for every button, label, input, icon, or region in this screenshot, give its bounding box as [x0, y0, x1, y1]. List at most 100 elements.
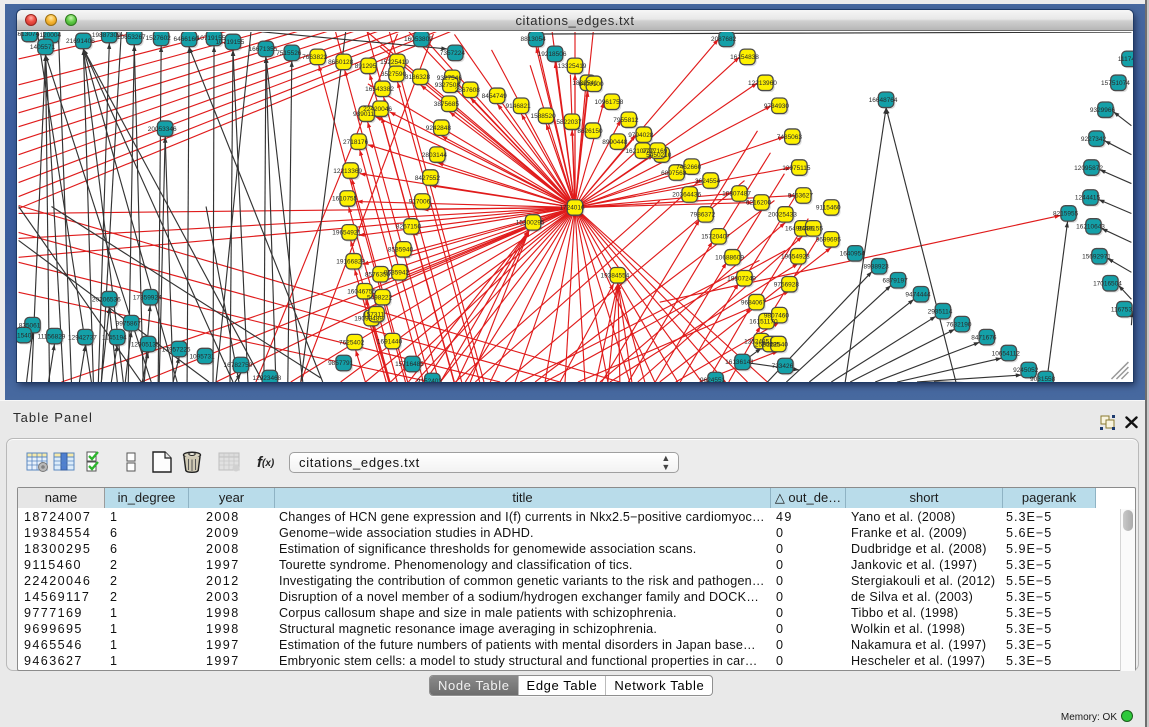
svg-text:9327546: 9327546: [437, 75, 463, 82]
svg-text:7986372: 7986372: [690, 212, 716, 219]
svg-text:7462660: 7462660: [676, 164, 702, 171]
svg-text:9120004: 9120004: [36, 32, 62, 39]
svg-text:3624554: 3624554: [695, 178, 721, 185]
svg-text:12923468: 12923468: [252, 375, 281, 382]
svg-text:7663822: 7663822: [302, 54, 328, 61]
svg-text:9463627: 9463627: [788, 193, 814, 200]
svg-text:8813054: 8813054: [521, 36, 547, 43]
svg-text:9115460: 9115460: [816, 205, 841, 212]
svg-text:5822037: 5822037: [556, 119, 582, 126]
svg-text:11174: 11174: [1118, 56, 1133, 63]
svg-text:9756928: 9756928: [774, 281, 800, 288]
svg-text:16648764: 16648764: [869, 97, 898, 104]
svg-text:16053809: 16053809: [404, 36, 433, 43]
svg-text:9227342: 9227342: [1081, 136, 1107, 143]
svg-text:116753: 116753: [1111, 306, 1133, 313]
svg-text:8660128: 8660128: [328, 59, 354, 66]
svg-text:10807487: 10807487: [722, 191, 751, 198]
svg-text:6466160: 6466160: [174, 36, 200, 43]
svg-text:17957225: 17957225: [162, 346, 191, 353]
svg-text:9684067: 9684067: [741, 299, 767, 306]
svg-text:19654923: 19654923: [781, 254, 810, 261]
svg-text:15300295: 15300295: [516, 220, 545, 227]
svg-text:15716485: 15716485: [395, 361, 424, 368]
svg-text:9146821: 9146821: [506, 103, 532, 110]
svg-text:2087682: 2087682: [711, 36, 737, 43]
svg-text:9152403: 9152403: [417, 378, 443, 382]
svg-text:12213960: 12213960: [748, 80, 777, 87]
svg-text:6409100: 6409100: [578, 81, 604, 88]
svg-text:931540: 931540: [17, 332, 32, 339]
svg-text:(x): (x): [262, 458, 275, 469]
svg-text:8990448: 8990448: [602, 139, 628, 146]
svg-text:20206536: 20206536: [92, 296, 121, 303]
svg-text:3875685: 3875685: [434, 101, 460, 108]
svg-text:16136141: 16136141: [725, 359, 754, 366]
svg-text:9807460: 9807460: [764, 312, 790, 319]
svg-text:7515526: 7515526: [276, 50, 302, 57]
svg-text:9794028: 9794028: [628, 132, 654, 139]
svg-text:8535942: 8535942: [384, 270, 410, 277]
svg-text:917006: 917006: [409, 199, 431, 206]
svg-text:9242848: 9242848: [426, 125, 452, 132]
svg-text:16210643: 16210643: [1076, 224, 1105, 231]
svg-text:2867608: 2867608: [455, 87, 481, 94]
svg-text:8626150: 8626150: [577, 128, 603, 135]
svg-text:10961758: 10961758: [595, 99, 624, 106]
svg-text:19218506: 19218506: [538, 51, 567, 58]
svg-text:15692971: 15692971: [1082, 254, 1111, 261]
svg-text:16543382: 16543382: [365, 86, 394, 93]
svg-text:2803144: 2803144: [422, 152, 448, 159]
svg-text:1691440: 1691440: [377, 338, 403, 345]
svg-text:15751074: 15751074: [1101, 80, 1130, 87]
svg-text:1724016: 1724016: [559, 205, 585, 212]
svg-text:12975115: 12975115: [782, 165, 811, 172]
svg-text:9245052: 9245052: [1013, 367, 1039, 374]
svg-text:891295: 891295: [355, 63, 377, 70]
svg-text:1588520: 1588520: [530, 113, 556, 120]
svg-text:8471676: 8471676: [971, 334, 997, 341]
svg-text:9975867: 9975867: [116, 320, 142, 327]
svg-text:8427552: 8427552: [415, 175, 441, 182]
svg-text:13325419: 13325419: [558, 63, 587, 70]
svg-text:9857791: 9857791: [328, 360, 354, 367]
svg-text:9031558: 9031558: [1030, 376, 1056, 382]
svg-text:18807249: 18807249: [727, 275, 756, 282]
svg-text:1640954: 1640954: [840, 251, 866, 258]
svg-text:12095872: 12095872: [1074, 165, 1103, 172]
svg-text:15720407: 15720407: [701, 234, 730, 241]
svg-text:7955812: 7955812: [613, 117, 639, 124]
svg-text:12213369: 12213369: [333, 168, 362, 175]
svg-text:2935114: 2935114: [928, 308, 953, 315]
svg-text:20053346: 20053346: [148, 126, 177, 133]
svg-text:7625402: 7625402: [339, 339, 365, 346]
svg-text:6879197: 6879197: [882, 277, 908, 284]
svg-text:12905135: 12905135: [131, 341, 160, 348]
svg-text:8215955: 8215955: [1053, 211, 1079, 218]
svg-text:7357224: 7357224: [440, 50, 466, 57]
svg-text:9624551: 9624551: [700, 377, 726, 382]
svg-text:10653267: 10653267: [117, 34, 146, 41]
svg-text:9222540: 9222540: [763, 341, 789, 348]
svg-text:8186328: 8186328: [405, 74, 431, 81]
svg-text:1244415: 1244415: [1075, 195, 1101, 202]
svg-text:9777169: 9777169: [642, 148, 668, 155]
svg-text:16782759: 16782759: [224, 362, 253, 369]
svg-text:8267150: 8267150: [396, 224, 422, 231]
svg-text:2718176: 2718176: [343, 139, 369, 146]
svg-text:9699695: 9699695: [816, 237, 842, 244]
svg-text:6216200: 6216200: [746, 200, 772, 207]
svg-text:1145194: 1145194: [102, 334, 127, 341]
svg-text:989011: 989011: [353, 111, 375, 118]
svg-text:8938923: 8938923: [864, 264, 890, 271]
svg-text:20025433: 20025433: [768, 212, 797, 219]
svg-text:16154838: 16154838: [730, 54, 759, 61]
svg-text:157311: 157311: [363, 311, 385, 318]
svg-text:19654921: 19654921: [332, 230, 361, 237]
svg-text:6897568: 6897568: [661, 170, 687, 177]
svg-text:12942737: 12942737: [68, 334, 97, 341]
svg-text:20364436: 20364436: [672, 192, 701, 199]
svg-text:10654112: 10654112: [992, 350, 1021, 357]
svg-text:1610755: 1610755: [332, 196, 358, 203]
svg-text:10688609: 10688609: [715, 255, 744, 262]
